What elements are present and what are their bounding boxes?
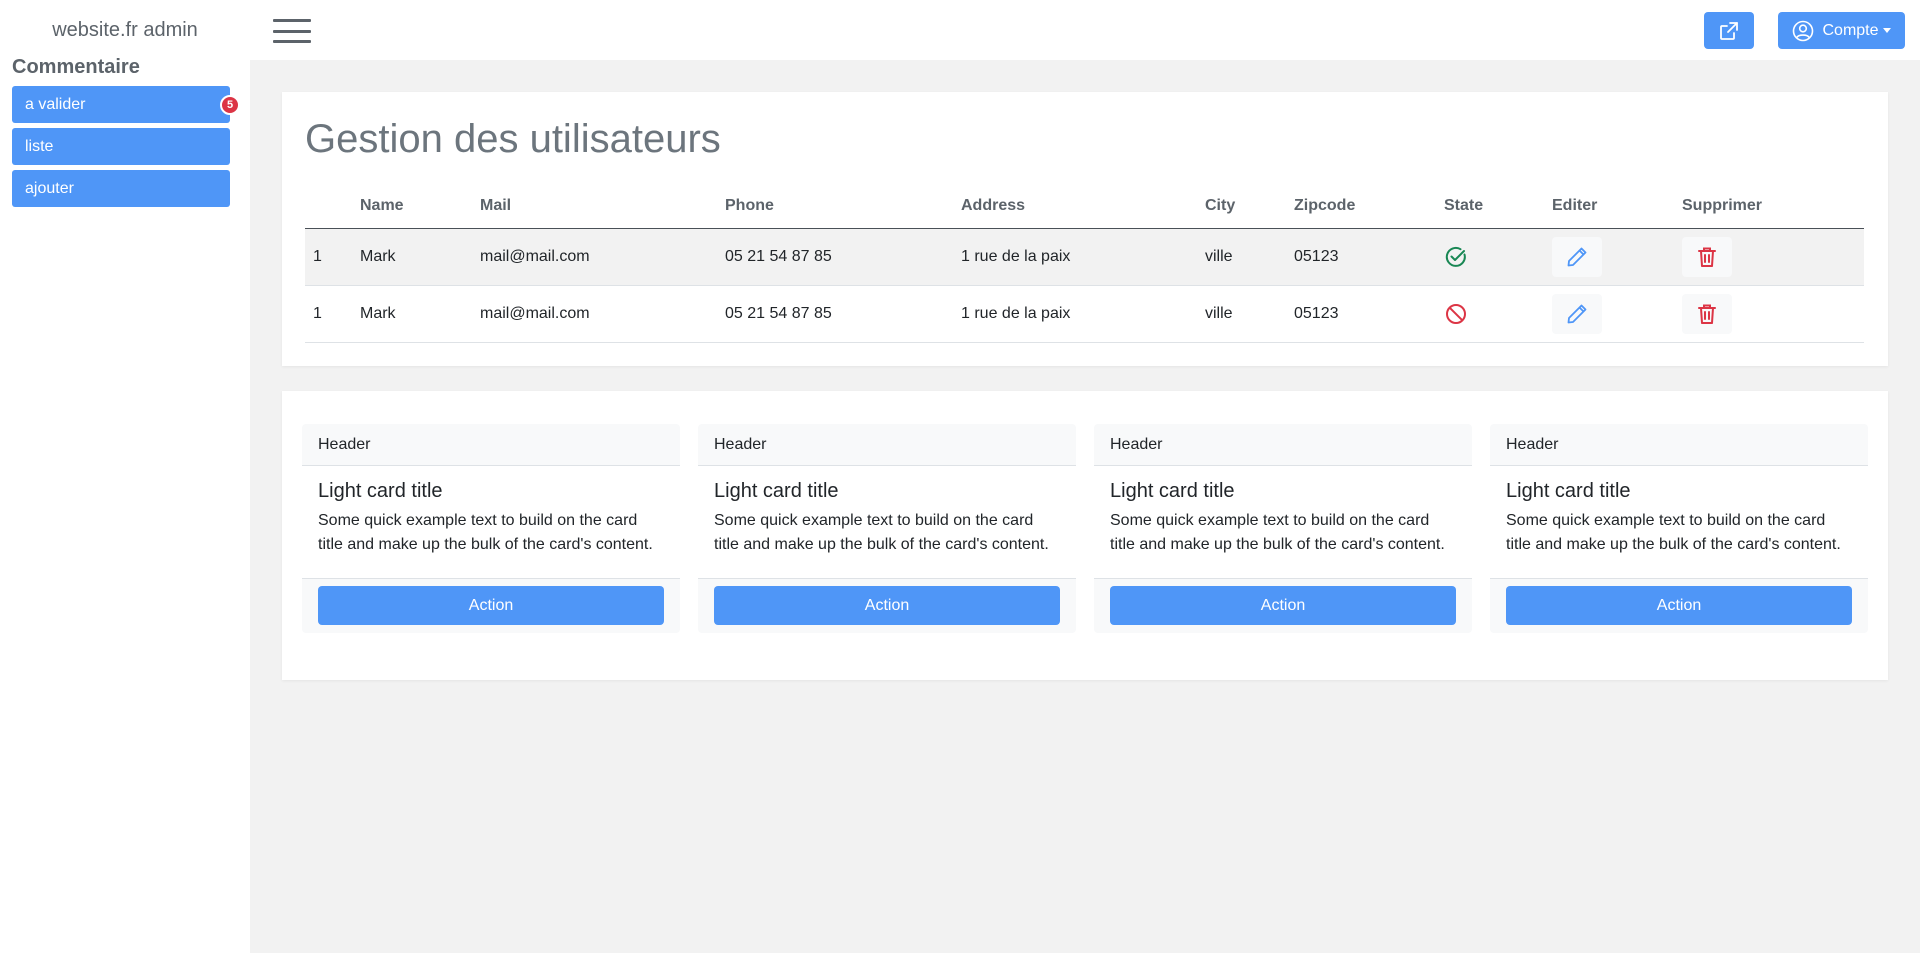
column-header: Zipcode <box>1286 184 1436 229</box>
cards-panel: Header Light card title Some quick examp… <box>282 391 1888 680</box>
sidebar: Commentaire a valider 5 liste ajouter <box>0 56 250 953</box>
card-footer: Action <box>1094 578 1472 633</box>
menu-toggle-icon[interactable] <box>273 19 311 43</box>
card: Header Light card title Some quick examp… <box>1490 424 1868 633</box>
cell-mail: mail@mail.com <box>472 228 717 286</box>
card-header: Header <box>302 424 680 466</box>
column-header: Mail <box>472 184 717 229</box>
ban-icon <box>1446 303 1466 324</box>
card-title: Light card title <box>1506 480 1631 502</box>
sidebar-item-a-valider[interactable]: a valider 5 <box>12 86 240 123</box>
users-table: Name Mail Phone Address City Zipcode Sta… <box>305 184 1864 343</box>
cell-state <box>1436 228 1544 286</box>
card-body: Light card title Some quick example text… <box>1094 466 1472 578</box>
action-button[interactable]: Action <box>318 586 664 625</box>
account-label: Compte <box>1822 21 1879 39</box>
sidebar-item-label: ajouter <box>25 179 74 197</box>
card-text: Some quick example text to build on the … <box>1110 512 1445 553</box>
column-header: City <box>1197 184 1286 229</box>
cell-state <box>1436 285 1544 343</box>
card: Header Light card title Some quick examp… <box>698 424 1076 633</box>
action-button[interactable]: Action <box>1110 586 1456 625</box>
delete-button[interactable] <box>1682 236 1732 277</box>
sidebar-item-ajouter[interactable]: ajouter <box>12 170 230 207</box>
card-text: Some quick example text to build on the … <box>714 512 1049 553</box>
cell-address: 1 rue de la paix <box>953 285 1197 343</box>
table-header-row: Name Mail Phone Address City Zipcode Sta… <box>305 184 1864 229</box>
sidebar-item-label: liste <box>25 137 54 155</box>
sidebar-item-label: a valider <box>25 95 86 113</box>
page-title: Gestion des utilisateurs <box>305 117 721 161</box>
cell-edit <box>1544 285 1674 343</box>
account-dropdown-button[interactable]: Compte <box>1778 12 1905 49</box>
cell-delete <box>1674 228 1864 286</box>
action-button[interactable]: Action <box>1506 586 1852 625</box>
card-footer: Action <box>698 578 1076 633</box>
edit-button[interactable] <box>1552 236 1602 277</box>
card-header: Header <box>1094 424 1472 466</box>
table-row: 1 Mark mail@mail.com 05 21 54 87 85 1 ru… <box>305 285 1864 343</box>
top-navbar: website.fr admin Compte <box>0 0 1920 60</box>
cell-delete <box>1674 285 1864 343</box>
cell-name: Mark <box>352 285 472 343</box>
cell-address: 1 rue de la paix <box>953 228 1197 286</box>
column-header: State <box>1436 184 1544 229</box>
cell-zipcode: 05123 <box>1286 228 1436 286</box>
cell-id: 1 <box>305 285 352 343</box>
column-header: Supprimer <box>1674 184 1864 229</box>
user-circle-icon <box>1793 20 1814 41</box>
cell-city: ville <box>1197 285 1286 343</box>
pencil-icon <box>1567 247 1587 266</box>
table-row: 1 Mark mail@mail.com 05 21 54 87 85 1 ru… <box>305 228 1864 286</box>
card-title: Light card title <box>318 480 443 502</box>
delete-button[interactable] <box>1682 293 1732 334</box>
cell-mail: mail@mail.com <box>472 285 717 343</box>
column-header: Editer <box>1544 184 1674 229</box>
notification-badge: 5 <box>220 95 240 115</box>
cell-edit <box>1544 228 1674 286</box>
column-header: Address <box>953 184 1197 229</box>
sidebar-section-title: Commentaire <box>12 56 140 78</box>
column-header: Phone <box>717 184 953 229</box>
cell-zipcode: 05123 <box>1286 285 1436 343</box>
trash-icon <box>1698 247 1716 267</box>
card-title: Light card title <box>1110 480 1235 502</box>
card-header: Header <box>1490 424 1868 466</box>
card-text: Some quick example text to build on the … <box>318 512 653 553</box>
cell-phone: 05 21 54 87 85 <box>717 228 953 286</box>
card-body: Light card title Some quick example text… <box>698 466 1076 578</box>
action-button[interactable]: Action <box>714 586 1060 625</box>
sidebar-item-liste[interactable]: liste <box>12 128 230 165</box>
column-header: Name <box>352 184 472 229</box>
card: Header Light card title Some quick examp… <box>1094 424 1472 633</box>
card-title: Light card title <box>714 480 839 502</box>
pencil-icon <box>1567 304 1587 323</box>
cell-id: 1 <box>305 228 352 286</box>
chevron-down-icon <box>1882 28 1891 33</box>
cell-name: Mark <box>352 228 472 286</box>
card-footer: Action <box>1490 578 1868 633</box>
card-text: Some quick example text to build on the … <box>1506 512 1841 553</box>
edit-button[interactable] <box>1552 293 1602 334</box>
card: Header Light card title Some quick examp… <box>302 424 680 633</box>
cell-city: ville <box>1197 228 1286 286</box>
check-circle-icon <box>1445 246 1466 267</box>
brand-title[interactable]: website.fr admin <box>0 0 250 60</box>
card-header: Header <box>698 424 1076 466</box>
card-body: Light card title Some quick example text… <box>302 466 680 578</box>
column-header <box>305 184 352 229</box>
open-site-button[interactable] <box>1704 12 1754 49</box>
trash-icon <box>1698 304 1716 324</box>
external-link-icon <box>1720 21 1738 40</box>
card-footer: Action <box>302 578 680 633</box>
users-panel: Gestion des utilisateurs Name Mail Phone… <box>282 92 1888 366</box>
cell-phone: 05 21 54 87 85 <box>717 285 953 343</box>
card-body: Light card title Some quick example text… <box>1490 466 1868 578</box>
